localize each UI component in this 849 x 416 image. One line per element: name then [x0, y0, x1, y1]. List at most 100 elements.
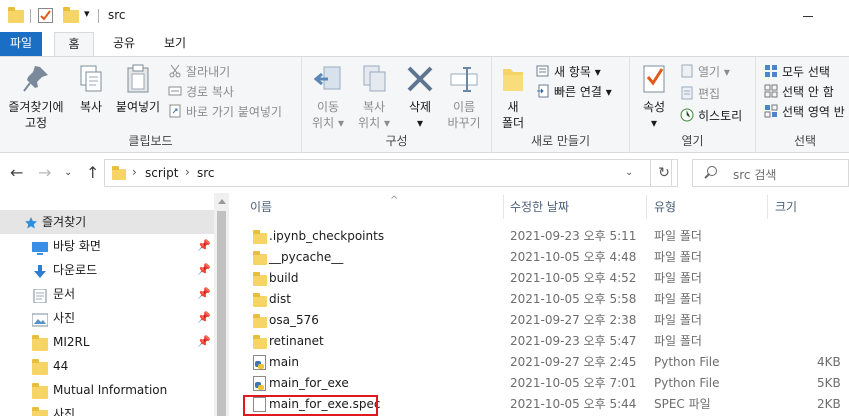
- easy-access-button[interactable]: 빠른 연결 ▾: [536, 83, 612, 101]
- file-row[interactable]: __pycache__ 2021-10-05 오후 4:48 파일 폴더: [243, 247, 849, 268]
- navigation-pane: 즐겨찾기 바탕 화면 📌 다운로드 📌 문서 📌 사진 📌 MI2RL 📌 44…: [0, 193, 214, 416]
- minimize-button[interactable]: [803, 16, 813, 17]
- file-row[interactable]: osa_576 2021-09-27 오후 2:38 파일 폴더: [243, 310, 849, 331]
- pin-icon[interactable]: 📌: [197, 330, 211, 354]
- pin-icon[interactable]: 📌: [197, 234, 211, 258]
- file-row[interactable]: main_for_exe 2021-10-05 오후 7:01 Python F…: [243, 373, 849, 394]
- nav-item-mutual-information[interactable]: Mutual Information: [0, 378, 214, 402]
- refresh-button[interactable]: ↻: [650, 159, 678, 187]
- scroll-up-arrow-icon[interactable]: [218, 199, 226, 204]
- select-all-button[interactable]: 모두 선택: [764, 63, 830, 81]
- copy-to-button[interactable]: 복사 위치 ▾: [352, 63, 396, 131]
- file-row[interactable]: dist 2021-10-05 오후 5:58 파일 폴더: [243, 289, 849, 310]
- file-size: 4KB: [817, 355, 841, 369]
- file-date: 2021-09-27 오후 2:38: [510, 313, 637, 327]
- back-arrow-icon[interactable]: ←: [10, 163, 23, 182]
- file-row[interactable]: main_for_exe.spec 2021-10-05 오후 5:44 SPE…: [243, 394, 849, 415]
- nav-item-documents[interactable]: 문서 📌: [0, 282, 214, 306]
- navigation-bar: ← → ⌄ ↑ › script › src ⌄ ↻ src 검색: [0, 153, 849, 193]
- pin-to-quick-access-button[interactable]: 즐겨찾기에 고정: [4, 63, 68, 131]
- nav-item-pictures[interactable]: 사진 📌: [0, 306, 214, 330]
- copy-button[interactable]: 복사: [72, 63, 110, 115]
- copy-path-button[interactable]: 경로 복사: [168, 83, 234, 101]
- easy-access-label: 빠른 연결: [554, 85, 602, 99]
- forward-arrow-icon[interactable]: →: [38, 163, 51, 182]
- qat-dropdown-icon[interactable]: ▾: [84, 7, 90, 20]
- invert-selection-button[interactable]: 선택 영역 반: [764, 103, 845, 121]
- clipboard-group: 즐겨찾기에 고정 복사 붙여넣기 잘라내기 경로 복사 바로 가기 붙여넣기 클…: [0, 57, 302, 153]
- properties-check-icon[interactable]: [38, 8, 53, 23]
- column-header-date[interactable]: 수정한 날짜: [510, 193, 569, 221]
- file-row[interactable]: retinanet 2021-09-23 오후 5:47 파일 폴더: [243, 331, 849, 352]
- file-name: main_for_exe: [269, 376, 349, 390]
- recent-locations-chevron-icon[interactable]: ⌄: [64, 167, 72, 178]
- delete-button[interactable]: 삭제 ▾: [400, 63, 440, 131]
- tab-home[interactable]: 홈: [54, 32, 94, 57]
- search-input[interactable]: src 검색: [692, 159, 849, 187]
- new-folder-button[interactable]: 새 폴더: [496, 63, 530, 131]
- file-row[interactable]: main 2021-09-27 오후 2:45 Python File 4KB: [243, 352, 849, 373]
- picture-icon: [31, 311, 49, 327]
- properties-button[interactable]: 속성 ▾: [634, 63, 674, 131]
- pin-icon[interactable]: 📌: [197, 282, 211, 306]
- nav-item-44[interactable]: 44: [0, 354, 214, 378]
- tab-view[interactable]: 보기: [155, 32, 195, 56]
- tab-share[interactable]: 공유: [106, 32, 142, 56]
- copy-label: 복사: [79, 100, 103, 114]
- cut-label: 잘라내기: [186, 65, 231, 79]
- copy-path-icon: [168, 84, 182, 98]
- column-header-type[interactable]: 유형: [654, 193, 676, 221]
- delete-dropdown-icon[interactable]: ▾: [400, 115, 440, 131]
- new-item-button[interactable]: 새 항목 ▾: [536, 63, 601, 81]
- nav-item-photos[interactable]: 사진: [0, 402, 214, 416]
- file-row[interactable]: .ipynb_checkpoints 2021-09-23 오후 5:11 파일…: [243, 226, 849, 247]
- column-divider[interactable]: [503, 195, 504, 219]
- address-dropdown-icon[interactable]: ⌄: [625, 167, 633, 178]
- folder-icon: [253, 314, 267, 328]
- select-none-button[interactable]: 선택 안 함: [764, 83, 834, 101]
- edit-button[interactable]: 편집: [680, 85, 720, 103]
- pin-icon[interactable]: 📌: [197, 258, 211, 282]
- new-item-label: 새 항목: [554, 65, 591, 79]
- nav-item-downloads[interactable]: 다운로드 📌: [0, 258, 214, 282]
- cut-button[interactable]: 잘라내기: [168, 63, 230, 81]
- nav-item-mi2rl[interactable]: MI2RL 📌: [0, 330, 214, 354]
- nav-pane-scrollbar[interactable]: [214, 193, 229, 416]
- column-header-size[interactable]: 크기: [775, 193, 797, 221]
- file-row[interactable]: build 2021-10-05 오후 4:52 파일 폴더: [243, 268, 849, 289]
- column-divider[interactable]: [646, 195, 647, 219]
- document-icon: [33, 287, 49, 304]
- tab-file[interactable]: 파일: [0, 32, 42, 56]
- new-folder-icon[interactable]: [63, 7, 79, 23]
- rename-button[interactable]: 이름 바꾸기: [442, 63, 486, 131]
- nav-item-desktop[interactable]: 바탕 화면 📌: [0, 234, 214, 258]
- file-type: 파일 폴더: [654, 250, 702, 264]
- breadcrumb-chevron-icon[interactable]: ›: [132, 165, 137, 179]
- up-arrow-icon[interactable]: ↑: [86, 163, 99, 182]
- history-button[interactable]: 히스토리: [680, 107, 742, 125]
- address-bar[interactable]: › script › src ⌄: [104, 159, 672, 187]
- column-header-name[interactable]: 이름 ^: [250, 193, 500, 221]
- paste-shortcut-button[interactable]: 바로 가기 붙여넣기: [168, 103, 282, 121]
- scrollbar-thumb[interactable]: [217, 211, 226, 416]
- file-icon: [253, 397, 266, 413]
- properties-dropdown-icon[interactable]: ▾: [634, 115, 674, 131]
- invert-selection-icon: [764, 104, 778, 118]
- breadcrumb-src[interactable]: src: [197, 166, 215, 180]
- open-button[interactable]: 열기 ▾: [680, 63, 730, 81]
- paste-button[interactable]: 붙여넣기: [112, 63, 164, 115]
- organize-group-label: 구성: [385, 134, 408, 148]
- folder-icon: [112, 166, 126, 180]
- select-all-label: 모두 선택: [782, 65, 830, 79]
- file-date: 2021-09-27 오후 2:45: [510, 355, 637, 369]
- copy-to-label-line2: 위치 ▾: [358, 116, 390, 130]
- file-date: 2021-10-05 오후 5:58: [510, 292, 637, 306]
- pin-icon[interactable]: 📌: [197, 306, 211, 330]
- new-group-label: 새로 만들기: [530, 134, 590, 148]
- breadcrumb-script[interactable]: script: [145, 166, 178, 180]
- breadcrumb-chevron-icon[interactable]: ›: [185, 165, 190, 179]
- move-to-button[interactable]: 이동 위치 ▾: [306, 63, 350, 131]
- column-divider[interactable]: [767, 195, 768, 219]
- file-name: main_for_exe.spec: [269, 397, 381, 411]
- nav-item-quick-access[interactable]: 즐겨찾기: [0, 210, 214, 234]
